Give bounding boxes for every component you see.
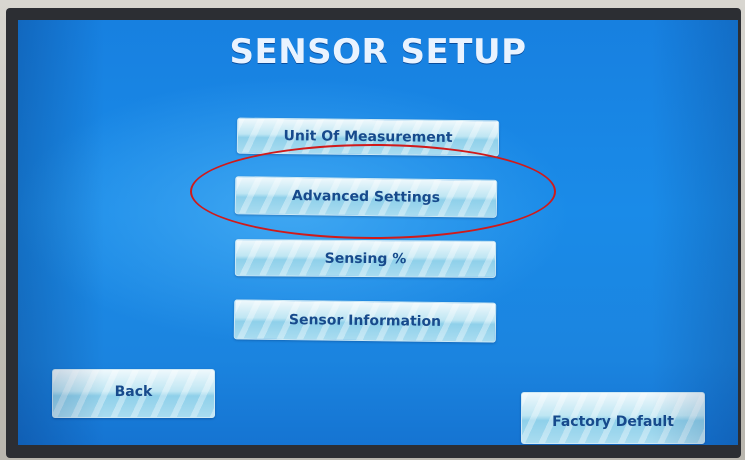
advanced-settings-button[interactable]: Advanced Settings: [234, 176, 498, 218]
factory-default-label: Factory Default: [552, 414, 674, 430]
unit-of-measurement-label: Unit Of Measurement: [283, 128, 453, 146]
factory-default-button[interactable]: Factory Default: [521, 392, 705, 444]
page-title: SENSOR SETUP: [229, 32, 527, 72]
back-label: Back: [114, 383, 153, 400]
sensing-percent-label: Sensing %: [324, 250, 407, 267]
sensor-information-label: Sensor Information: [288, 312, 442, 330]
unit-of-measurement-button[interactable]: Unit Of Measurement: [236, 117, 500, 157]
back-button[interactable]: Back: [52, 369, 215, 418]
touch-screen: SENSOR SETUP Unit Of Measurement Advance…: [18, 20, 738, 445]
sensor-information-button[interactable]: Sensor Information: [233, 299, 497, 343]
sensing-percent-button[interactable]: Sensing %: [234, 239, 497, 278]
advanced-settings-label: Advanced Settings: [291, 187, 441, 207]
